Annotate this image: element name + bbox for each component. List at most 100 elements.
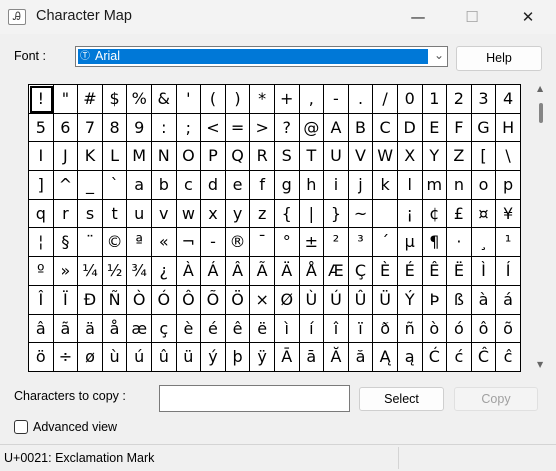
char-cell[interactable]: ) — [225, 85, 251, 114]
char-cell[interactable]: l — [397, 171, 423, 200]
grid-scrollbar[interactable] — [536, 84, 544, 372]
char-cell[interactable]: \ — [496, 142, 521, 172]
char-cell[interactable]: ą — [397, 343, 423, 372]
char-cell[interactable]: µ — [397, 228, 423, 258]
char-cell[interactable]: ß — [447, 285, 472, 315]
char-cell[interactable]: " — [53, 85, 79, 114]
char-cell[interactable]: ĉ — [496, 343, 521, 372]
char-cell[interactable]: e — [225, 171, 251, 200]
char-cell[interactable]: î — [324, 314, 349, 344]
char-cell[interactable]: ø — [78, 343, 103, 372]
char-cell[interactable]: $ — [102, 85, 128, 114]
char-cell[interactable]: w — [176, 199, 202, 229]
char-cell[interactable]: © — [102, 228, 128, 258]
char-cell[interactable]: ¨ — [78, 228, 103, 258]
char-cell[interactable]: × — [250, 285, 275, 315]
char-cell[interactable]: ê — [225, 314, 251, 344]
char-cell[interactable]: ¡ — [397, 199, 423, 229]
char-cell[interactable]: Ă — [324, 343, 349, 372]
char-cell[interactable]: x — [201, 199, 226, 229]
char-cell[interactable]: Ā — [274, 343, 300, 372]
char-cell[interactable]: ă — [348, 343, 374, 372]
char-cell[interactable]: Q — [225, 142, 251, 172]
char-cell[interactable]: ¥ — [496, 199, 521, 229]
char-cell[interactable]: b — [151, 171, 177, 200]
char-cell[interactable]: 4 — [496, 85, 521, 114]
char-cell[interactable]: Þ — [422, 285, 448, 315]
char-cell[interactable]: Ç — [348, 257, 374, 286]
char-cell[interactable]: * — [250, 85, 275, 114]
char-cell[interactable]: 1 — [422, 85, 448, 114]
char-cell[interactable]: û — [151, 343, 177, 372]
char-cell[interactable]: _ — [78, 171, 103, 200]
char-cell[interactable]: ² — [324, 228, 349, 258]
char-cell[interactable]: E — [422, 113, 448, 143]
char-cell[interactable]: 2 — [447, 85, 472, 114]
char-cell[interactable]: Û — [348, 285, 374, 315]
char-cell[interactable]: Ë — [447, 257, 472, 286]
char-cell[interactable]: ! — [29, 85, 54, 114]
char-cell[interactable]: ± — [299, 228, 325, 258]
char-cell[interactable]: : — [151, 113, 177, 143]
char-cell[interactable]: ^ — [53, 171, 79, 200]
char-cell[interactable]: O — [176, 142, 202, 172]
char-cell[interactable]: = — [225, 113, 251, 143]
char-cell[interactable]: ë — [250, 314, 275, 344]
char-cell[interactable]: ì — [274, 314, 300, 344]
char-cell[interactable]: W — [373, 142, 398, 172]
char-cell[interactable]: V — [348, 142, 374, 172]
char-cell[interactable]: L — [102, 142, 128, 172]
char-cell[interactable]: s — [78, 199, 103, 229]
char-cell[interactable]: Z — [447, 142, 472, 172]
char-cell[interactable]: Á — [201, 257, 226, 286]
char-cell[interactable]: h — [299, 171, 325, 200]
char-cell[interactable]: J — [53, 142, 79, 172]
char-cell[interactable]: I — [29, 142, 54, 172]
char-cell[interactable]: º — [29, 257, 54, 286]
char-cell[interactable]: n — [447, 171, 472, 200]
char-cell[interactable]: Ó — [151, 285, 177, 315]
char-cell[interactable]: ? — [274, 113, 300, 143]
char-cell[interactable]: £ — [447, 199, 472, 229]
char-cell[interactable]: ¼ — [78, 257, 103, 286]
char-cell[interactable]: à — [471, 285, 497, 315]
char-cell[interactable]: « — [151, 228, 177, 258]
char-cell[interactable]: . — [348, 85, 374, 114]
char-cell[interactable]: ³ — [348, 228, 374, 258]
close-icon[interactable]: ✕ — [505, 0, 551, 34]
char-cell[interactable]: Ü — [373, 285, 398, 315]
char-cell[interactable]: Ą — [373, 343, 398, 372]
char-cell[interactable]: [ — [471, 142, 497, 172]
char-cell[interactable]: Y — [422, 142, 448, 172]
char-cell[interactable]: y — [225, 199, 251, 229]
char-cell[interactable]: ¯ — [250, 228, 275, 258]
char-cell[interactable]: ý — [201, 343, 226, 372]
char-cell[interactable]: , — [299, 85, 325, 114]
char-cell[interactable]: X — [397, 142, 423, 172]
char-cell[interactable]: 8 — [102, 113, 128, 143]
char-cell[interactable]: Ć — [422, 343, 448, 372]
advanced-view-checkbox[interactable] — [14, 420, 28, 434]
char-cell[interactable]: Ò — [127, 285, 152, 315]
char-cell[interactable]: Æ — [324, 257, 349, 286]
char-cell[interactable]: ù — [102, 343, 128, 372]
char-cell[interactable]: Ã — [250, 257, 275, 286]
char-cell[interactable]: o — [471, 171, 497, 200]
char-cell[interactable]: ~ — [348, 199, 374, 229]
char-cell[interactable]: ¤ — [471, 199, 497, 229]
char-cell[interactable]: U — [324, 142, 349, 172]
char-cell[interactable]: 6 — [53, 113, 79, 143]
char-cell[interactable]: ; — [176, 113, 202, 143]
char-cell[interactable]: # — [78, 85, 103, 114]
character-grid[interactable]: ! " # $% & '() * +, -./0 1 2 3 4 5 6 7 8 9:; < = >? @ A B C D E F G H… — [28, 84, 521, 372]
chevron-down-icon[interactable]: ⌄ — [434, 48, 444, 62]
char-cell[interactable]: A — [324, 113, 349, 143]
char-cell[interactable]: ä — [78, 314, 103, 344]
char-cell[interactable]: G — [471, 113, 497, 143]
characters-to-copy-input[interactable] — [159, 385, 350, 412]
char-cell[interactable]: Ì — [471, 257, 497, 286]
char-cell[interactable]: ã — [53, 314, 79, 344]
char-cell[interactable]: q — [29, 199, 54, 229]
char-cell[interactable]: z — [250, 199, 275, 229]
char-cell[interactable]: > — [250, 113, 275, 143]
